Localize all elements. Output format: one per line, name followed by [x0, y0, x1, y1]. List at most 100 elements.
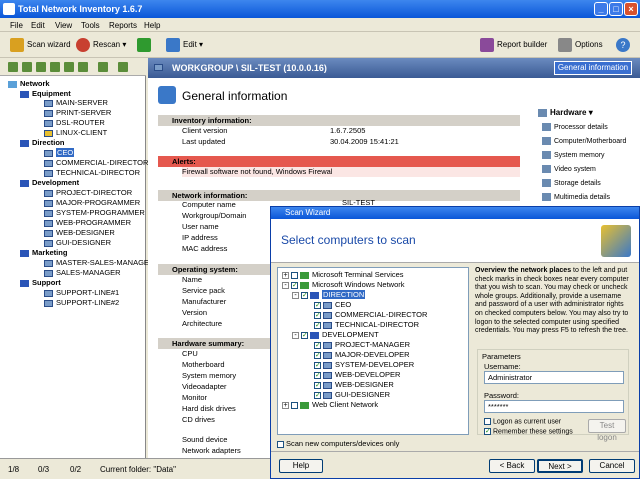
- cancel-button[interactable]: Cancel: [589, 459, 635, 473]
- checkbox[interactable]: ✓: [301, 331, 308, 339]
- edit-button[interactable]: Edit ▾: [166, 37, 203, 53]
- menu-file[interactable]: File: [10, 21, 23, 30]
- checkbox[interactable]: ✓: [314, 321, 321, 329]
- tree-tool-icon[interactable]: [36, 62, 46, 72]
- checkbox[interactable]: ✓: [314, 371, 321, 379]
- menu-tools[interactable]: Tools: [81, 21, 100, 30]
- tree-computer[interactable]: GUI-DESIGNER: [44, 238, 111, 247]
- tree-node[interactable]: ✓ SYSTEM-DEVELOPER: [314, 360, 414, 370]
- checkbox[interactable]: [291, 401, 298, 409]
- tree-group-equipment[interactable]: Equipment: [20, 89, 71, 98]
- tree-computer[interactable]: DSL-ROUTER: [44, 118, 105, 127]
- tree-computer[interactable]: PROJECT-DIRECTOR: [44, 188, 132, 197]
- hardware-menu-item[interactable]: Storage details: [542, 179, 601, 187]
- tree-group-support[interactable]: Support: [20, 278, 61, 287]
- tree-computer[interactable]: SUPPORT-LINE#1: [44, 288, 119, 297]
- status-current-folder: Current folder: "Data": [100, 465, 176, 474]
- hardware-menu-item[interactable]: Multimedia details: [542, 193, 610, 201]
- checkbox[interactable]: ✓: [301, 291, 308, 299]
- test-logon-button[interactable]: Test logon: [588, 419, 626, 442]
- next-button[interactable]: Next >: [537, 459, 583, 473]
- tree-tool-icon[interactable]: [98, 62, 108, 72]
- menu-reports[interactable]: Reports: [109, 21, 137, 30]
- hardware-menu-item[interactable]: Video system: [542, 165, 596, 173]
- tree-group-marketing[interactable]: Marketing: [20, 248, 67, 257]
- username-input[interactable]: Administrator: [484, 371, 624, 384]
- scan-new-only-checkbox[interactable]: Scan new computers/devices only: [277, 439, 399, 448]
- tree-computer[interactable]: MASTER-SALES-MANAGER: [44, 258, 154, 267]
- options-button[interactable]: Options: [558, 37, 603, 53]
- tree-computer[interactable]: LINUX-CLIENT: [44, 128, 107, 137]
- checkbox[interactable]: ✓: [291, 281, 298, 289]
- checkbox[interactable]: ✓: [314, 301, 321, 309]
- storage-icon: [542, 179, 551, 187]
- new-computer-button[interactable]: [137, 37, 154, 53]
- hardware-menu-item[interactable]: System memory: [542, 151, 605, 159]
- menu-help[interactable]: Help: [144, 21, 160, 30]
- tree-computer[interactable]: MAIN-SERVER: [44, 98, 108, 107]
- checkbox[interactable]: ✓: [314, 311, 321, 319]
- tree-computer[interactable]: TECHNICAL-DIRECTOR: [44, 168, 140, 177]
- tree-node[interactable]: ✓ CEO: [314, 300, 351, 310]
- back-button[interactable]: < Back: [489, 459, 535, 473]
- tree-node[interactable]: - ✓ DEVELOPMENT: [292, 330, 379, 340]
- tree-node[interactable]: ✓ MAJOR-DEVELOPER: [314, 350, 410, 360]
- hardware-menu-title[interactable]: Hardware ▾: [538, 108, 593, 117]
- tree-node[interactable]: ✓ WEB-DESIGNER: [314, 380, 394, 390]
- tree-tool-icon[interactable]: [118, 62, 128, 72]
- help-button[interactable]: Help: [279, 459, 323, 473]
- tree-node[interactable]: + Web Client Network: [282, 400, 378, 410]
- help-button[interactable]: ?: [616, 37, 633, 53]
- tree-node[interactable]: + Microsoft Terminal Services: [282, 270, 404, 280]
- tree-node[interactable]: ✓ GUI-DESIGNER: [314, 390, 390, 400]
- tree-computer[interactable]: PRINT-SERVER: [44, 108, 111, 117]
- tree-node[interactable]: - ✓ DIRECTION: [292, 290, 366, 300]
- menu-view[interactable]: View: [55, 21, 72, 30]
- hardware-menu-item[interactable]: Computer/Motherboard: [542, 137, 626, 145]
- scan-wizard-button[interactable]: Scan wizard: [10, 37, 71, 53]
- tree-tool-icon[interactable]: [64, 62, 74, 72]
- menu-edit[interactable]: Edit: [31, 21, 45, 30]
- checkbox[interactable]: ✓: [314, 341, 321, 349]
- tree-node[interactable]: ✓ COMMERCIAL-DIRECTOR: [314, 310, 427, 320]
- tree-computer[interactable]: MAJOR-PROGRAMMER: [44, 198, 140, 207]
- tree-computer[interactable]: WEB-PROGRAMMER: [44, 218, 131, 227]
- checkbox[interactable]: ✓: [314, 361, 321, 369]
- tree-group-development[interactable]: Development: [20, 178, 79, 187]
- computer-icon: [44, 109, 53, 117]
- general-information-button[interactable]: General information: [554, 61, 632, 75]
- tree-tool-icon[interactable]: [22, 62, 32, 72]
- tree-tool-icon[interactable]: [50, 62, 60, 72]
- computer-icon: [44, 269, 53, 277]
- checkbox[interactable]: ✓: [314, 391, 321, 399]
- dialog-description: Overview the network places to the left …: [475, 267, 629, 335]
- close-button[interactable]: ×: [624, 2, 638, 16]
- logon-current-user-checkbox[interactable]: Logon as current user: [484, 418, 561, 425]
- report-builder-button[interactable]: Report builder: [480, 37, 547, 53]
- tree-node[interactable]: ✓ PROJECT-MANAGER: [314, 340, 410, 350]
- tree-tool-icon[interactable]: [8, 62, 18, 72]
- tree-node[interactable]: ✓ TECHNICAL-DIRECTOR: [314, 320, 419, 330]
- minimize-button[interactable]: _: [594, 2, 608, 16]
- maximize-button[interactable]: □: [609, 2, 623, 16]
- tree-computer-selected[interactable]: CEO: [44, 148, 75, 157]
- checkbox[interactable]: ✓: [314, 351, 321, 359]
- tree-computer[interactable]: COMMERCIAL-DIRECTOR: [44, 158, 148, 167]
- tree-computer[interactable]: SALES-MANAGER: [44, 268, 121, 277]
- tree-node[interactable]: - ✓ Microsoft Windows Network: [282, 280, 405, 290]
- tree-network[interactable]: Network: [8, 79, 50, 88]
- tree-computer[interactable]: SUPPORT-LINE#2: [44, 298, 119, 307]
- hardware-menu-item[interactable]: Processor details: [542, 123, 608, 131]
- tree-node[interactable]: ✓ WEB-DEVELOPER: [314, 370, 400, 380]
- tree-computer[interactable]: SYSTEM-PROGRAMMER: [44, 208, 145, 217]
- rescan-button[interactable]: Rescan ▾: [76, 37, 126, 53]
- router-icon: [44, 119, 53, 127]
- checkbox[interactable]: ✓: [314, 381, 321, 389]
- remember-settings-checkbox[interactable]: ✓ Remember these settings: [484, 428, 573, 435]
- checkbox[interactable]: [291, 271, 298, 279]
- password-input[interactable]: *******: [484, 400, 624, 413]
- tree-computer[interactable]: WEB-DESIGNER: [44, 228, 115, 237]
- tree-group-direction[interactable]: Direction: [20, 138, 65, 147]
- field-label: Name: [182, 275, 203, 284]
- tree-tool-icon[interactable]: [78, 62, 88, 72]
